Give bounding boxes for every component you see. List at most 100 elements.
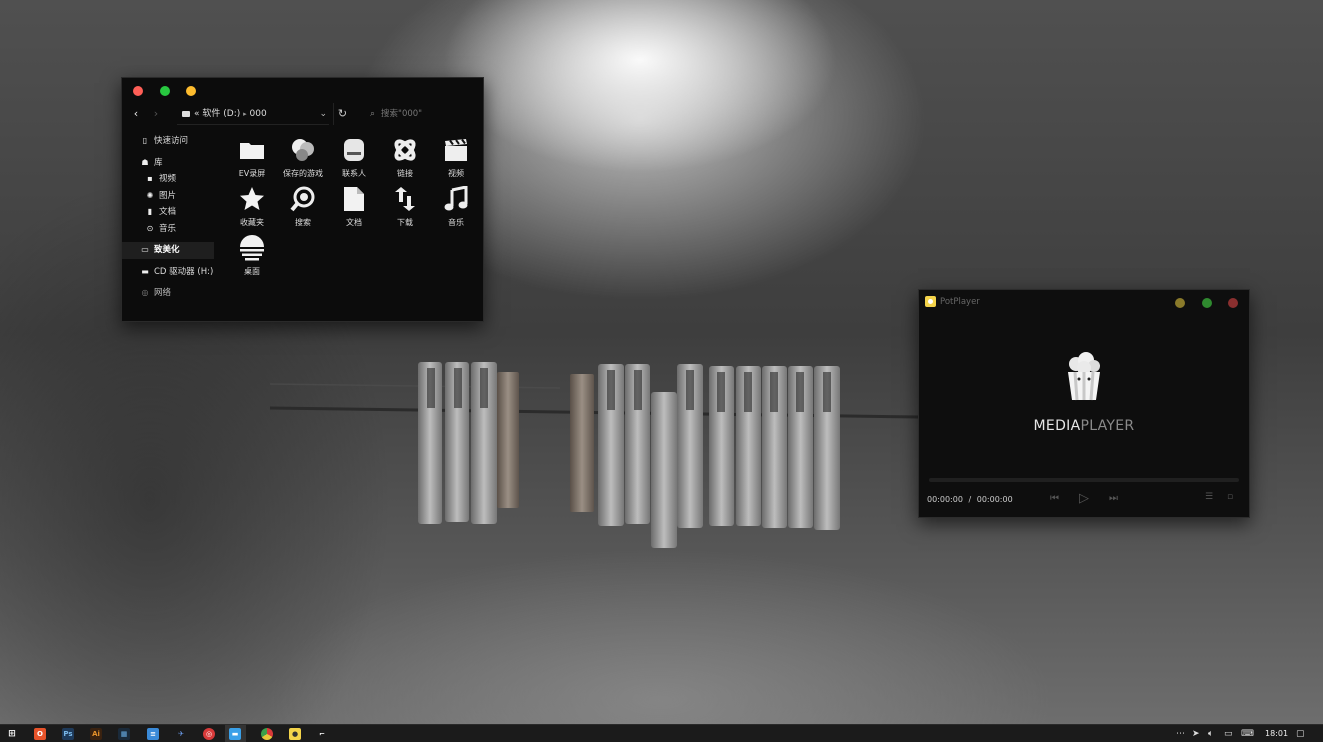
maximize-window-button[interactable] — [1202, 298, 1212, 308]
sidebar-item-label: 快速访问 — [154, 136, 189, 146]
popcorn-icon — [1068, 352, 1100, 401]
time-separator: / — [968, 495, 972, 504]
sidebar-item-library[interactable]: ☗ 库 — [122, 155, 214, 172]
network-icon: ◎ — [141, 288, 149, 297]
address-separator: ▸ — [243, 110, 247, 118]
play-icon[interactable]: ▷ — [1079, 491, 1089, 506]
logo-text-light: PLAYER — [1080, 418, 1135, 434]
desktop-icon — [240, 235, 264, 261]
total-time: 00:00:00 — [976, 495, 1013, 504]
sidebar-item-network[interactable]: ◎ 网络 — [122, 285, 214, 302]
potplayer-icon — [925, 296, 936, 307]
navigation-pane: ▯ 快速访问 ☗ 库 ▪ 视频 ✺ 图片 ▮ 文档 ⊙ 音乐 ▭ 致美化 ▬ CD 驱动器 (H… — [122, 133, 214, 302]
photos-icon[interactable]: ▦ — [118, 728, 130, 740]
address-folder[interactable]: 000 — [250, 109, 267, 119]
folder-item[interactable]: EV录屏 — [227, 136, 277, 179]
folder-item-label: 联系人 — [342, 169, 366, 178]
maximize-window-button[interactable] — [186, 86, 196, 96]
sidebar-item-label: CD 驱动器 (H:) — [154, 266, 214, 277]
sidebar-item-label: 库 — [154, 157, 163, 168]
sidebar-item-label: 网络 — [154, 288, 172, 298]
chrome-icon[interactable] — [261, 728, 273, 740]
folder-icon — [240, 143, 264, 159]
potplayer-icon[interactable]: ● — [289, 728, 301, 740]
contacts-icon — [344, 139, 364, 161]
window-title: PotPlayer — [925, 296, 980, 308]
refresh-button[interactable]: ↻ — [333, 103, 351, 125]
document-icon: ▮ — [147, 207, 153, 216]
sidebar-item-music[interactable]: ⊙ 音乐 — [122, 221, 214, 238]
close-window-button[interactable] — [133, 86, 143, 96]
folder-item[interactable]: 下载 — [380, 185, 430, 228]
sidebar-item-label: 图片 — [159, 190, 177, 201]
folder-item-label: EV录屏 — [238, 169, 266, 178]
folder-item-label: 音乐 — [448, 218, 464, 227]
minimize-window-button[interactable] — [1175, 298, 1185, 308]
folder-item[interactable]: 桌面 — [227, 234, 277, 277]
file-explorer-icon[interactable]: ▬ — [229, 728, 241, 740]
address-drive[interactable]: 软件 (D:) — [202, 109, 240, 119]
sidebar-item-this-pc[interactable]: ▭ 致美化 — [122, 242, 214, 259]
current-time: 00:00:00 — [927, 495, 963, 504]
sidebar-item-label: 音乐 — [159, 223, 177, 234]
search-icon: ⌕ — [370, 109, 376, 119]
illustrator-icon[interactable]: Ai — [90, 728, 102, 740]
network-status-icon[interactable]: ▭ — [1224, 728, 1233, 740]
text-cursor-icon[interactable]: ⌐ — [316, 728, 328, 740]
folder-item[interactable]: 音乐 — [431, 185, 481, 228]
sidebar-item-documents[interactable]: ▮ 文档 — [122, 204, 214, 221]
folder-item[interactable]: 收藏夹 — [227, 185, 277, 228]
telegram-icon[interactable]: ➤ — [1192, 728, 1200, 740]
folder-item[interactable]: 文档 — [329, 185, 379, 228]
taskbar-clock[interactable]: 18:01 — [1265, 728, 1288, 740]
close-window-button[interactable] — [1228, 298, 1238, 308]
chevron-down-icon[interactable]: ⌄ — [319, 103, 327, 125]
sidebar-item-label: 致美化 — [154, 245, 180, 255]
media-player-logo: MEDIAPLAYER — [919, 352, 1249, 434]
seek-bar[interactable] — [929, 478, 1239, 482]
folder-item-label: 桌面 — [244, 267, 260, 276]
back-button[interactable]: ‹ — [127, 105, 145, 123]
photoshop-icon[interactable]: Ps — [62, 728, 74, 740]
fullscreen-icon[interactable]: ▫ — [1227, 492, 1233, 502]
folder-item-label: 搜索 — [295, 218, 311, 227]
sidebar-item-pictures[interactable]: ✺ 图片 — [122, 188, 214, 205]
previous-icon[interactable]: ⏮ — [1050, 493, 1059, 504]
sidebar-item-videos[interactable]: ▪ 视频 — [122, 171, 214, 188]
computer-icon: ▭ — [141, 245, 149, 254]
folder-item[interactable]: 链接 — [380, 136, 430, 179]
playback-time: 00:00:00 / 00:00:00 — [927, 495, 1013, 504]
music-note-icon — [444, 186, 468, 211]
search-input[interactable]: ⌕ 搜索"000" — [362, 103, 480, 125]
folder-item[interactable]: 视频 — [431, 136, 481, 179]
folder-item-label: 链接 — [397, 169, 413, 178]
playlist-icon[interactable]: ☰ — [1205, 492, 1213, 502]
forward-button[interactable]: › — [147, 105, 165, 123]
folder-item-label: 保存的游戏 — [283, 169, 323, 178]
sidebar-item-quick-access[interactable]: ▯ 快速访问 — [122, 133, 214, 150]
folder-item[interactable]: 联系人 — [329, 136, 379, 179]
address-bar[interactable]: « 软件 (D:) ▸ 000 ⌄ — [177, 103, 329, 125]
keyboard-icon[interactable]: ⌨ — [1241, 728, 1254, 740]
sidebar-item-cd-drive[interactable]: ▬ CD 驱动器 (H:) — [122, 264, 214, 281]
notepad-icon[interactable]: ≡ — [147, 728, 159, 740]
sidebar-item-label: 文档 — [159, 207, 177, 217]
video-icon: ▪ — [147, 174, 153, 183]
folder-item-label: 视频 — [448, 169, 464, 178]
logo-text-bold: MEDIA — [1033, 418, 1081, 434]
volume-icon[interactable]: 🔈︎ — [1208, 728, 1213, 740]
quick-access-icon: ▯ — [142, 136, 148, 145]
minimize-window-button[interactable] — [160, 86, 170, 96]
netease-music-icon[interactable]: ◎ — [203, 728, 215, 740]
start-icon[interactable]: ⊞ — [6, 728, 18, 740]
folder-item[interactable]: 搜索 — [278, 185, 328, 228]
links-icon — [394, 139, 416, 161]
tray-overflow-icon[interactable]: ⋯ — [1176, 728, 1185, 740]
notification-center-icon[interactable]: ▢ — [1296, 728, 1305, 740]
office-icon[interactable]: O — [34, 728, 46, 740]
next-icon[interactable]: ⏭ — [1109, 493, 1118, 504]
network-tool-icon[interactable]: ✈ — [175, 728, 187, 740]
music-disc-icon: ⊙ — [146, 223, 154, 233]
address-prefix: « — [194, 109, 200, 119]
folder-item[interactable]: 保存的游戏 — [278, 136, 328, 179]
